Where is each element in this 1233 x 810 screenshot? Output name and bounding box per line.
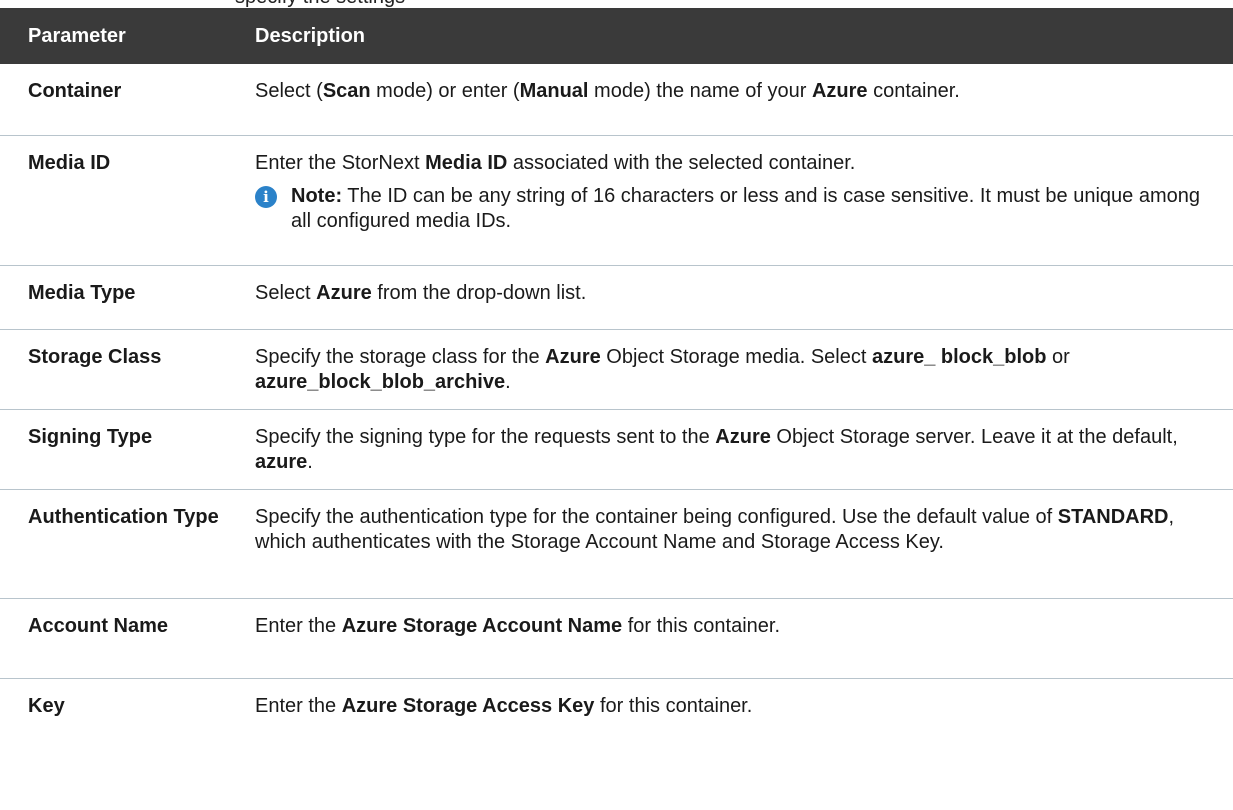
param-name: Signing Type <box>0 409 255 490</box>
table-row: Account Name Enter the Azure Storage Acc… <box>0 598 1233 679</box>
param-description: Enter the Azure Storage Access Key for t… <box>255 694 753 717</box>
table-row: Container Select (Scan mode) or enter (M… <box>0 64 1233 136</box>
param-description: Enter the Azure Storage Account Name for… <box>255 598 1233 679</box>
param-name: Authentication Type <box>0 489 255 599</box>
table-row: Key Enter the Azure Storage Access Key f… <box>0 678 1233 738</box>
param-name: Container <box>0 64 255 136</box>
param-name: Storage Class <box>0 329 255 410</box>
param-description: Enter the StorNext Media ID associated w… <box>255 135 1233 266</box>
param-name: Account Name <box>0 598 255 679</box>
table-row: Storage Class Specify the storage class … <box>0 329 1233 410</box>
partial-heading-text: specify the settings <box>235 0 405 8</box>
param-name: Media Type <box>0 265 255 330</box>
param-description: Select Azure from the drop-down list. <box>255 265 1233 330</box>
table-row: Media Type Select Azure from the drop-do… <box>0 265 1233 330</box>
note-text: Note: The ID can be any string of 16 cha… <box>291 184 1200 232</box>
table-row: Signing Type Specify the signing type fo… <box>0 409 1233 490</box>
cut-off-heading: specify the settings <box>0 0 1233 8</box>
table-row: Authentication Type Specify the authenti… <box>0 489 1233 599</box>
param-description: Specify the authentication type for the … <box>255 489 1233 599</box>
info-icon: i <box>255 185 277 208</box>
param-description: Select (Scan mode) or enter (Manual mode… <box>255 64 1233 136</box>
column-header-description: Description <box>255 8 1233 64</box>
parameter-table: Parameter Description Container Select (… <box>0 8 1233 738</box>
param-description: Specify the storage class for the Azure … <box>255 329 1233 410</box>
param-name: Key <box>28 694 65 717</box>
table-header-row: Parameter Description <box>0 8 1233 64</box>
param-name: Media ID <box>0 135 255 266</box>
column-header-parameter: Parameter <box>0 8 255 64</box>
table-row: Media ID Enter the StorNext Media ID ass… <box>0 135 1233 266</box>
param-description: Specify the signing type for the request… <box>255 409 1233 490</box>
note-callout: i Note: The ID can be any string of 16 c… <box>255 184 1213 234</box>
